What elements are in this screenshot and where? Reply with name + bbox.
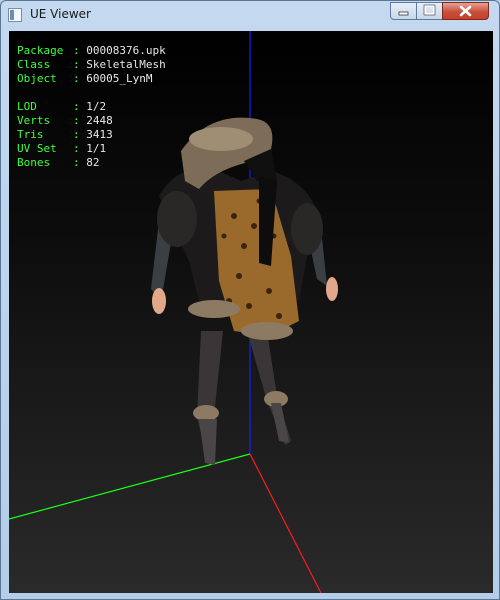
close-icon: [459, 5, 472, 17]
info-label: UV Set: [17, 142, 57, 155]
info-separator: :: [73, 156, 87, 169]
app-icon: [8, 8, 22, 22]
info-label: Package: [17, 44, 64, 57]
window-title: UE Viewer: [30, 7, 91, 21]
info-row-lod: LOD: 1/2: [17, 100, 166, 114]
info-value: 60005_LynM: [86, 72, 153, 85]
info-row-bones: Bones: 82: [17, 156, 166, 170]
info-label: Verts: [17, 114, 51, 127]
info-separator: :: [73, 44, 87, 57]
3d-viewport[interactable]: Package: 00008376.upk Class: SkeletalMes…: [9, 31, 493, 593]
maximize-icon: [423, 4, 436, 16]
info-label: Tris: [17, 128, 44, 141]
info-value: 82: [86, 156, 100, 169]
minimize-button[interactable]: [390, 2, 417, 20]
info-separator: :: [73, 114, 87, 127]
maximize-button[interactable]: [416, 2, 443, 20]
viewer-window: UE Viewer Package: 00008376.upk Class:…: [0, 0, 500, 600]
info-separator: :: [73, 58, 87, 71]
close-button[interactable]: [442, 2, 489, 20]
info-value: 3413: [86, 128, 113, 141]
info-value: 2448: [86, 114, 113, 127]
character-mesh: [151, 117, 338, 465]
minimize-icon: [398, 11, 409, 16]
info-row-uvset: UV Set: 1/1: [17, 142, 166, 156]
title-bar[interactable]: UE Viewer: [1, 1, 499, 29]
info-label: Class: [17, 58, 51, 71]
info-value: SkeletalMesh: [86, 58, 166, 71]
info-row-verts: Verts: 2448: [17, 114, 166, 128]
info-label: LOD: [17, 100, 37, 113]
info-row-class: Class: SkeletalMesh: [17, 58, 166, 72]
info-separator: :: [73, 128, 87, 141]
info-value: 1/1: [86, 142, 107, 155]
info-separator: :: [73, 100, 87, 113]
x-axis-line: [249, 453, 322, 593]
info-value: 00008376.upk: [86, 44, 166, 57]
mesh-info-panel: Package: 00008376.upk Class: SkeletalMes…: [17, 44, 166, 170]
info-row-tris: Tris: 3413: [17, 128, 166, 142]
info-separator: :: [73, 72, 87, 85]
info-row-package: Package: 00008376.upk: [17, 44, 166, 58]
info-row-object: Object: 60005_LynM: [17, 72, 166, 86]
info-label: Object: [17, 72, 57, 85]
info-value: 1/2: [86, 100, 107, 113]
info-separator: :: [73, 142, 87, 155]
info-label: Bones: [17, 156, 51, 169]
